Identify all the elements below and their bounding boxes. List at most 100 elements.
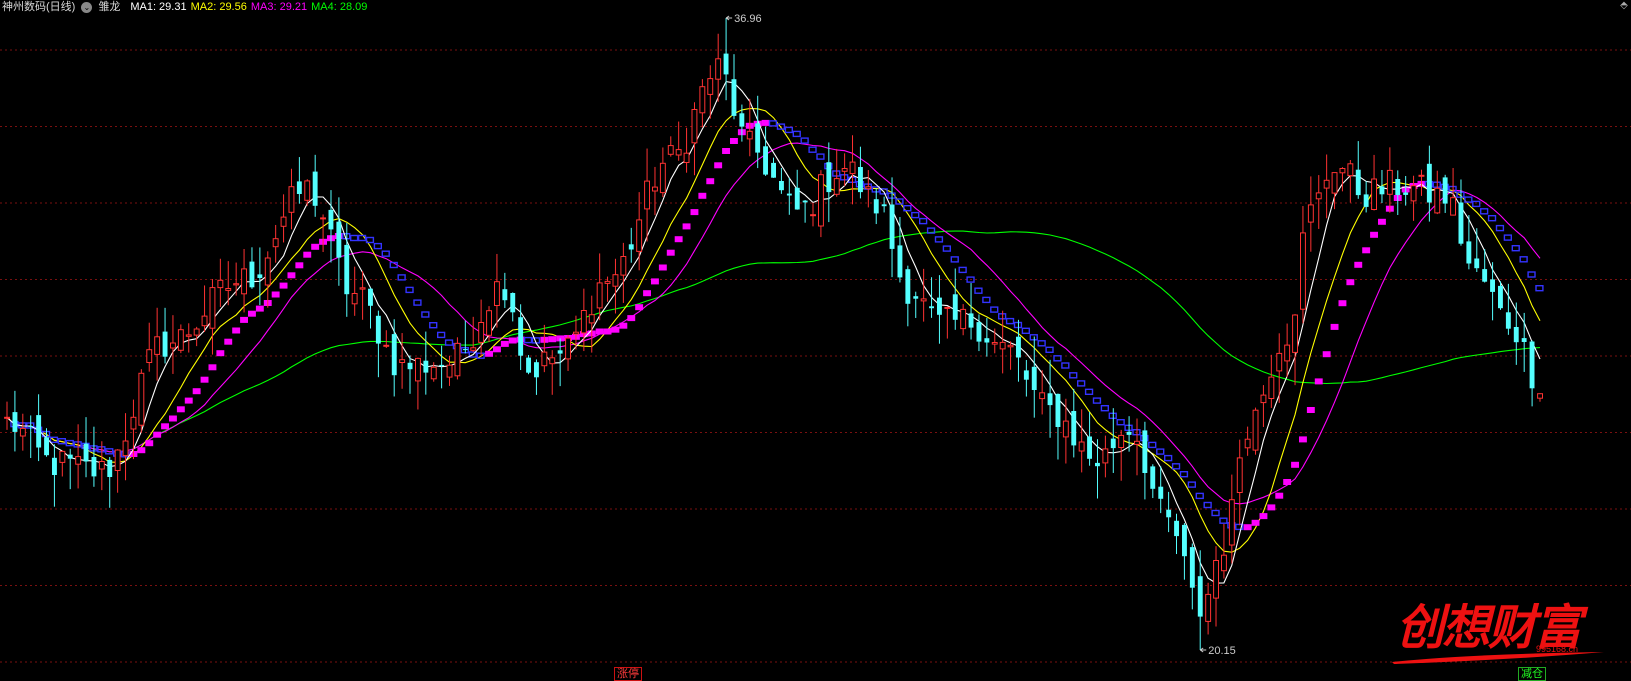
candle	[1292, 314, 1298, 386]
trend-band-step	[216, 350, 225, 357]
candle	[1434, 170, 1441, 215]
candle	[1323, 154, 1330, 219]
indicator-name[interactable]: 雏龙	[98, 1, 120, 13]
trend-band-step	[1021, 327, 1031, 334]
expand-icon[interactable]: ⬘	[1617, 0, 1631, 12]
stock-title[interactable]: 神州数码(日线)	[2, 1, 75, 13]
trend-band-step	[911, 211, 920, 219]
candle-body	[446, 364, 453, 378]
candle-body	[1490, 279, 1495, 292]
candle-body	[1252, 409, 1259, 451]
candle	[1134, 418, 1140, 476]
candle	[383, 330, 390, 348]
trend-band-layer	[10, 119, 1544, 531]
trend-band-step	[1116, 419, 1125, 426]
candle-body	[75, 456, 82, 465]
candle-body	[858, 167, 863, 193]
trend-band-step	[192, 388, 201, 395]
candle-body	[225, 288, 232, 291]
candle	[1410, 175, 1417, 221]
trend-band-step	[1487, 214, 1497, 222]
trend-band-step	[248, 310, 256, 317]
candle-body	[913, 296, 919, 299]
candle	[1062, 398, 1069, 464]
trend-band-step	[619, 322, 628, 329]
candle-body	[430, 366, 437, 380]
trend-band-step	[982, 296, 991, 304]
candle-body	[1142, 430, 1148, 473]
candle-body	[573, 331, 579, 335]
candle	[937, 275, 942, 344]
candle	[44, 428, 49, 457]
candle-body	[604, 280, 611, 284]
candle-body	[288, 186, 295, 213]
candle	[929, 277, 934, 318]
trend-band-step	[1354, 261, 1363, 268]
trend-band-step	[1456, 191, 1465, 198]
candle	[865, 170, 872, 208]
trend-band-step	[161, 423, 169, 430]
candle	[1371, 154, 1377, 211]
candle	[264, 251, 271, 308]
trend-band-step	[651, 278, 659, 285]
candle-body	[541, 351, 548, 367]
candle	[170, 315, 176, 374]
candle-body	[1087, 436, 1092, 459]
trend-band-step	[176, 406, 185, 413]
candle	[1182, 523, 1187, 580]
trend-band-step	[698, 192, 707, 199]
trend-band-step	[1171, 463, 1181, 470]
candle-body	[810, 214, 816, 217]
candle-body	[794, 187, 800, 210]
candle-body	[1537, 393, 1543, 399]
candle-body	[12, 412, 18, 432]
candle-body	[818, 174, 824, 227]
candle-body	[83, 443, 89, 462]
circle-chevron-down-icon[interactable]: ⌄	[81, 1, 93, 13]
candle-body	[1102, 448, 1109, 464]
candle	[1213, 546, 1219, 627]
trend-band-step	[1203, 501, 1212, 509]
candle-body	[1505, 312, 1511, 329]
candle	[1039, 370, 1046, 415]
trend-band-step	[1243, 524, 1252, 531]
trend-band-step	[303, 251, 312, 258]
candle-body	[944, 306, 951, 309]
trend-band-step	[184, 397, 193, 404]
candle	[755, 95, 761, 169]
candle-body	[1118, 434, 1125, 448]
candle-body	[937, 297, 942, 315]
candle	[407, 355, 413, 394]
candle	[359, 270, 366, 320]
candle	[731, 54, 737, 120]
candle	[1521, 312, 1527, 372]
candle	[763, 126, 768, 176]
trend-band-step	[942, 245, 952, 252]
trend-band-step	[1195, 492, 1204, 500]
candle	[430, 362, 437, 382]
candle	[122, 413, 129, 481]
trend-band-step	[311, 243, 320, 250]
candle	[833, 148, 840, 197]
trend-band-step	[279, 282, 288, 289]
trend-band-step	[1291, 461, 1299, 468]
candle	[1102, 435, 1109, 478]
candle	[1355, 141, 1361, 199]
candle-body	[715, 58, 722, 80]
candle-body	[91, 457, 97, 477]
ma-legend: MA1: 29.31 MA2: 29.56 MA3: 29.21 MA4: 28.09	[130, 1, 371, 13]
trend-band-step	[413, 299, 422, 306]
candle-body	[1134, 440, 1140, 445]
candle	[510, 292, 516, 322]
trend-band-step	[1378, 218, 1386, 225]
candle-body	[755, 123, 761, 153]
candle-body	[1110, 438, 1116, 449]
candle-body	[486, 310, 493, 336]
candle-body	[849, 161, 856, 175]
candle	[1055, 393, 1061, 460]
candle-body	[1434, 187, 1441, 214]
candle-body	[739, 113, 745, 127]
candle	[620, 242, 627, 303]
candle	[786, 177, 792, 215]
candle-body	[138, 372, 145, 426]
